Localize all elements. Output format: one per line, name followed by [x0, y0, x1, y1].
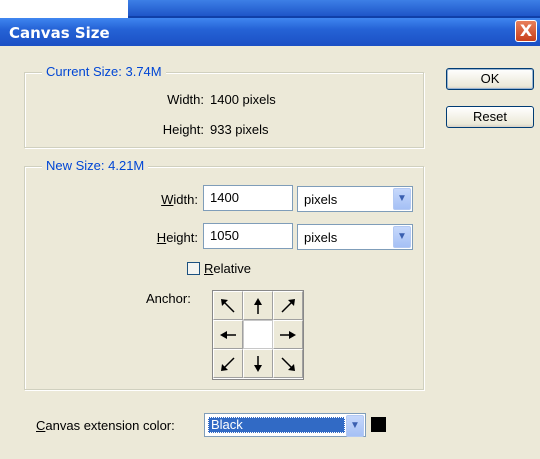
current-size-legend: Current Size: 3.74M [42, 64, 166, 79]
anchor-cell-top[interactable] [243, 291, 273, 320]
new-width-unit-value: pixels [304, 192, 338, 207]
dialog-title: Canvas Size [9, 24, 110, 42]
arrow-up-icon [254, 298, 262, 314]
arrow-left-icon [220, 331, 236, 339]
extension-color-swatch[interactable] [371, 417, 386, 432]
new-height-label-accesskey: H [156, 230, 167, 245]
relative-label-accesskey: R [204, 261, 214, 276]
relative-checkbox[interactable] [187, 262, 200, 275]
new-width-label-accesskey: W [161, 192, 174, 207]
anchor-cell-bottom[interactable] [243, 349, 273, 378]
anchor-cell-left[interactable] [213, 320, 243, 349]
new-width-label: Width: [130, 192, 198, 207]
ok-button[interactable]: OK [446, 68, 534, 90]
new-width-value: 1400 [210, 190, 239, 205]
current-height-label: Height: [162, 122, 204, 137]
extension-color-label: Canvas extension color: [36, 418, 175, 433]
background-window-strip [0, 0, 540, 18]
new-width-input[interactable]: 1400 [203, 185, 293, 211]
anchor-cell-center[interactable] [243, 320, 273, 349]
new-height-unit-value: pixels [304, 230, 338, 245]
anchor-cell-top-right[interactable] [273, 291, 303, 320]
new-height-label-text: eight: [166, 230, 198, 245]
chevron-down-icon[interactable]: ▼ [346, 415, 364, 437]
extension-color-label-text: anvas extension color: [45, 418, 175, 433]
relative-label-text: elative [213, 261, 251, 276]
arrow-down-left-icon [221, 357, 235, 371]
chevron-down-icon[interactable]: ▼ [393, 226, 411, 248]
new-height-unit-select[interactable]: pixels ▼ [297, 224, 413, 250]
arrow-up-left-icon [221, 299, 235, 313]
close-icon: X [519, 21, 533, 40]
close-button[interactable]: X [515, 20, 537, 42]
arrow-down-icon [254, 356, 262, 372]
new-width-label-text: idth: [173, 192, 198, 207]
extension-color-select[interactable]: Black ▼ [204, 413, 366, 437]
anchor-cell-bottom-left[interactable] [213, 349, 243, 378]
new-size-legend: New Size: 4.21M [42, 158, 149, 173]
reset-label: Reset [473, 109, 507, 124]
extension-color-value: Black [208, 417, 345, 433]
chevron-down-icon[interactable]: ▼ [393, 188, 411, 210]
relative-label[interactable]: Relative [204, 261, 251, 276]
current-width-label: Width: [167, 92, 204, 107]
reset-button[interactable]: Reset [446, 106, 534, 128]
arrow-right-icon [280, 331, 296, 339]
dialog-titlebar[interactable]: Canvas Size [0, 18, 540, 46]
extension-color-label-accesskey: C [36, 418, 46, 433]
new-height-value: 1050 [210, 228, 239, 243]
arrow-down-right-icon [281, 357, 295, 371]
anchor-cell-bottom-right[interactable] [273, 349, 303, 378]
current-width-value: 1400 pixels [210, 92, 276, 107]
anchor-grid [212, 290, 304, 380]
anchor-cell-top-left[interactable] [213, 291, 243, 320]
new-height-label: Height: [130, 230, 198, 245]
background-window-titlebar [128, 0, 540, 18]
ok-label: OK [480, 71, 500, 86]
anchor-label: Anchor: [146, 291, 191, 306]
arrow-up-right-icon [281, 299, 295, 313]
new-height-input[interactable]: 1050 [203, 223, 293, 249]
new-width-unit-select[interactable]: pixels ▼ [297, 186, 413, 212]
anchor-cell-right[interactable] [273, 320, 303, 349]
current-height-value: 933 pixels [210, 122, 269, 137]
